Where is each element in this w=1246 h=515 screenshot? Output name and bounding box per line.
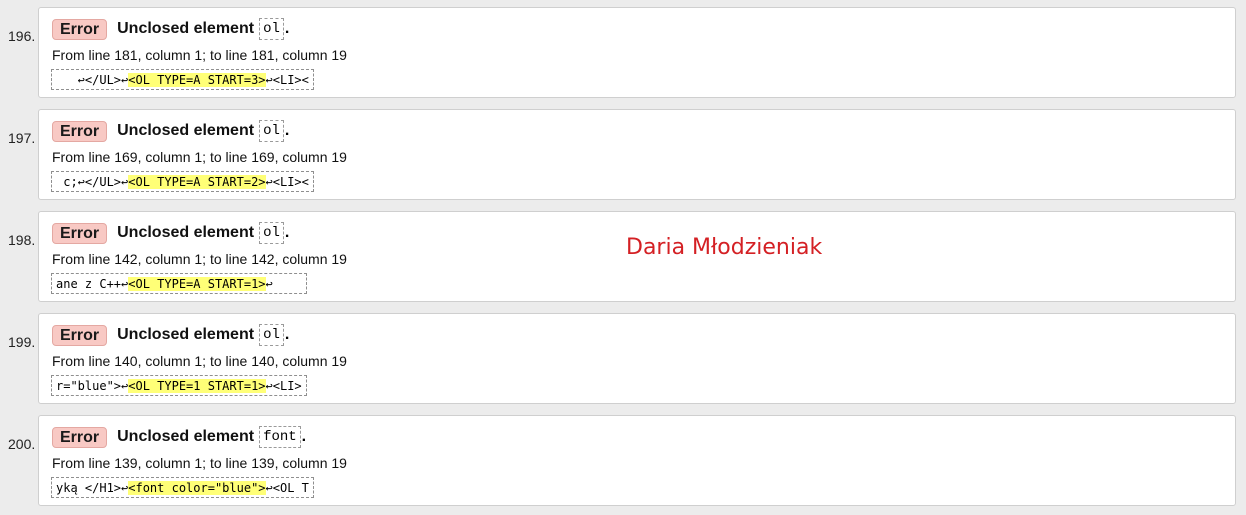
message-title: Unclosed element — [117, 122, 255, 139]
message-location: From line 140, column 1; to line 140, co… — [52, 353, 347, 369]
error-badge: Error — [52, 426, 108, 448]
message-item: 198. Error Unclosed element ol . From li… — [0, 211, 1246, 306]
extract-highlight: <OL TYPE=A START=3> — [128, 73, 266, 87]
extract-after: ↩<LI> — [265, 379, 302, 393]
message-location: From line 181, column 1; to line 181, co… — [52, 47, 347, 63]
extract-after: ↩<LI>< — [265, 73, 309, 87]
error-badge: Error — [52, 222, 108, 244]
message-number: 200. — [8, 436, 36, 452]
extract-after: ↩<LI>< — [265, 175, 309, 189]
source-extract: yką </H1>↩<font color="blue">↩<OL T — [51, 477, 314, 498]
message-number: 198. — [8, 232, 36, 248]
message-heading: Error Unclosed element font . — [52, 426, 306, 448]
message-location: From line 139, column 1; to line 139, co… — [52, 455, 347, 471]
message-item: 200. Error Unclosed element font . From … — [0, 415, 1246, 510]
message-title: Unclosed element — [117, 224, 255, 241]
message-heading: Error Unclosed element ol . — [52, 18, 289, 40]
element-name: ol — [259, 18, 284, 40]
message-title: Unclosed element — [117, 20, 255, 37]
element-name: font — [259, 426, 301, 448]
message-card: Error Unclosed element ol . From line 18… — [38, 7, 1236, 98]
message-card: Error Unclosed element font . From line … — [38, 415, 1236, 506]
message-title: Unclosed element — [117, 428, 255, 445]
message-period: . — [284, 224, 290, 241]
message-card: Error Unclosed element ol . From line 14… — [38, 313, 1236, 404]
extract-before: c;↩</UL>↩ — [56, 175, 129, 189]
message-period: . — [284, 20, 290, 37]
message-location: From line 169, column 1; to line 169, co… — [52, 149, 347, 165]
message-number: 197. — [8, 130, 36, 146]
message-title: Unclosed element — [117, 326, 255, 343]
extract-after: ↩<OL T — [265, 481, 309, 495]
extract-before: ↩</UL>↩ — [56, 73, 129, 87]
source-extract: ↩</UL>↩<OL TYPE=A START=3>↩<LI>< — [51, 69, 314, 90]
message-item: 196. Error Unclosed element ol . From li… — [0, 7, 1246, 102]
element-name: ol — [259, 324, 284, 346]
element-name: ol — [259, 222, 284, 244]
message-period: . — [301, 428, 307, 445]
extract-after: ↩ — [265, 277, 302, 291]
message-heading: Error Unclosed element ol . — [52, 324, 289, 346]
source-extract: r="blue">↩<OL TYPE=1 START=1>↩<LI> — [51, 375, 307, 396]
author-watermark: Daria Młodzieniak — [626, 235, 823, 260]
element-name: ol — [259, 120, 284, 142]
error-badge: Error — [52, 324, 108, 346]
message-heading: Error Unclosed element ol . — [52, 120, 289, 142]
extract-before: r="blue">↩ — [56, 379, 129, 393]
extract-before: ane z C++↩ — [56, 277, 129, 291]
message-item: 197. Error Unclosed element ol . From li… — [0, 109, 1246, 204]
extract-before: yką </H1>↩ — [56, 481, 129, 495]
extract-highlight: <OL TYPE=A START=1> — [128, 277, 266, 291]
error-badge: Error — [52, 18, 108, 40]
message-number: 199. — [8, 334, 36, 350]
source-extract: c;↩</UL>↩<OL TYPE=A START=2>↩<LI>< — [51, 171, 314, 192]
source-extract: ane z C++↩<OL TYPE=A START=1>↩ — [51, 273, 307, 294]
message-card: Error Unclosed element ol . From line 16… — [38, 109, 1236, 200]
message-heading: Error Unclosed element ol . — [52, 222, 289, 244]
message-period: . — [284, 122, 290, 139]
message-item: 199. Error Unclosed element ol . From li… — [0, 313, 1246, 408]
extract-highlight: <OL TYPE=1 START=1> — [128, 379, 266, 393]
message-period: . — [284, 326, 290, 343]
extract-highlight: <font color="blue"> — [128, 481, 266, 495]
extract-highlight: <OL TYPE=A START=2> — [128, 175, 266, 189]
error-badge: Error — [52, 120, 108, 142]
message-number: 196. — [8, 28, 36, 44]
message-location: From line 142, column 1; to line 142, co… — [52, 251, 347, 267]
